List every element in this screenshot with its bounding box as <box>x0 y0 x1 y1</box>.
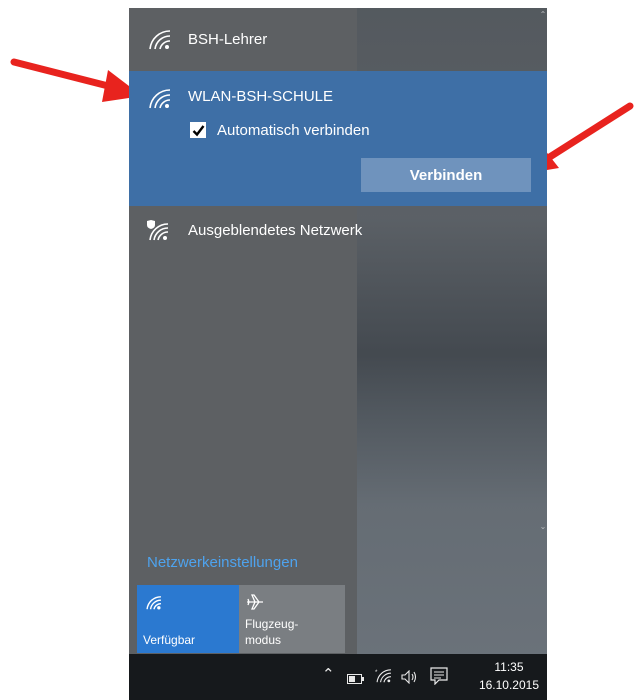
airplane-icon <box>247 594 263 610</box>
network-name: Ausgeblendetes Netzwerk <box>188 222 363 239</box>
wifi-tile-label: Verfügbar <box>143 633 196 647</box>
wifi-icon <box>149 89 171 109</box>
speaker-icon[interactable] <box>401 670 419 684</box>
network-settings-link[interactable]: Netzwerkeinstellungen <box>147 554 298 571</box>
checkbox-checked-icon <box>192 125 205 137</box>
chevron-up-icon[interactable]: ⌃ <box>322 665 335 683</box>
clock-date: 16.10.2015 <box>478 678 539 692</box>
auto-connect-checkbox[interactable] <box>190 122 206 138</box>
airplane-label-line1: Flugzeug- <box>245 617 299 631</box>
airplane-label-line2: modus <box>245 633 282 647</box>
network-item-wlan-bsh-schule[interactable]: WLAN-BSH-SCHULE Automatisch verbinden Ve… <box>129 71 547 206</box>
network-item-hidden[interactable]: Ausgeblendetes Netzwerk <box>129 208 547 258</box>
taskbar: ⌃ * 11:35 16.10.2015 <box>129 654 547 700</box>
wifi-toggle-tile[interactable]: Verfügbar <box>137 585 243 653</box>
battery-icon[interactable] <box>347 674 365 684</box>
network-item-bsh-lehrer[interactable]: BSH-Lehrer <box>129 12 547 66</box>
network-name: BSH-Lehrer <box>188 31 268 48</box>
scrollbar[interactable]: ⌃ ⌄ <box>539 8 547 548</box>
shield-wifi-icon <box>147 220 169 241</box>
airplane-mode-tile[interactable]: Flugzeug- modus <box>239 585 345 653</box>
connect-button[interactable]: Verbinden <box>361 158 531 192</box>
clock-time: 11:35 <box>494 660 524 674</box>
network-flyout: BSH-Lehrer WLAN-BSH-SCHULE Automatisch v… <box>129 8 547 700</box>
wifi-icon <box>149 30 171 50</box>
taskbar-clock[interactable]: 11:35 16.10.2015 <box>479 658 539 694</box>
chevron-up-icon[interactable]: ⌃ <box>539 10 547 19</box>
auto-connect-label: Automatisch verbinden <box>217 122 370 139</box>
annotation-arrow-left <box>10 58 142 102</box>
svg-text:*: * <box>375 669 378 676</box>
network-name: WLAN-BSH-SCHULE <box>188 88 334 105</box>
chevron-down-icon[interactable]: ⌄ <box>539 522 547 531</box>
action-center-icon[interactable] <box>430 667 448 685</box>
airplane-tile-label: Flugzeug- modus <box>245 616 298 648</box>
wifi-icon <box>146 596 161 610</box>
wifi-icon[interactable]: * <box>375 668 393 684</box>
